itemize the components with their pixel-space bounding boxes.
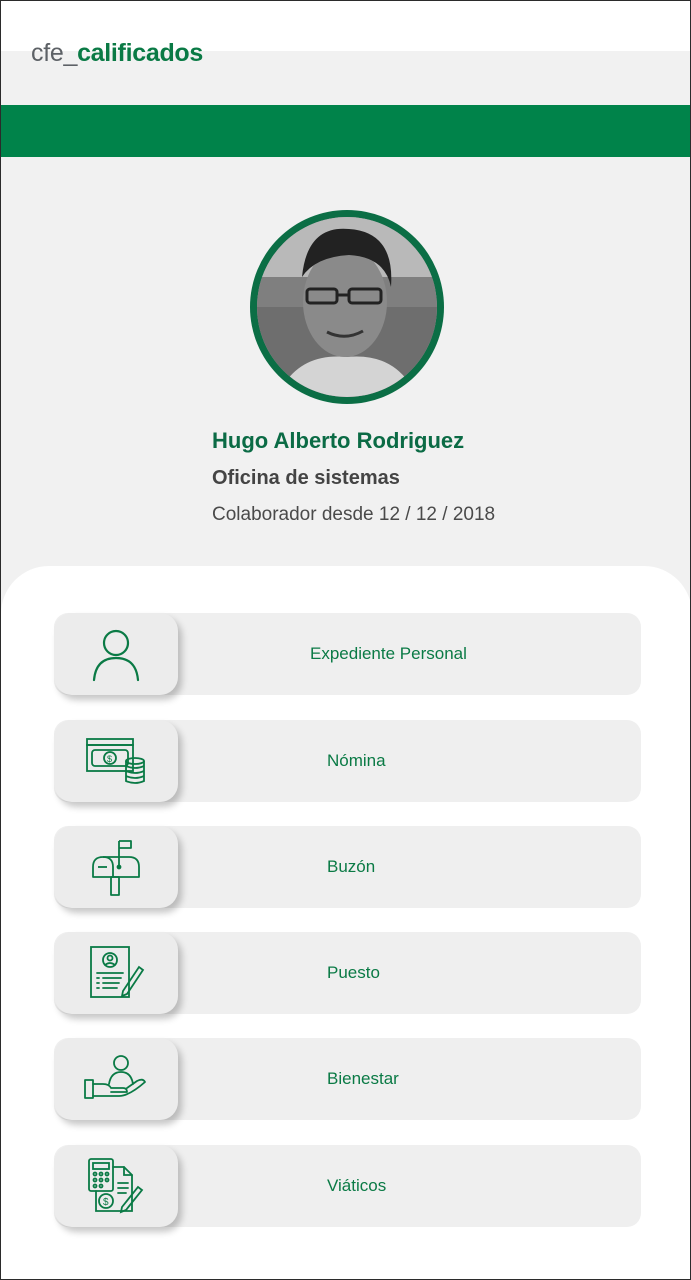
icon-tile: $: [54, 1145, 178, 1227]
menu-card: Expediente Personal $ Nómina Buzón Puest…: [1, 566, 690, 1279]
menu-item-label: Nómina: [327, 751, 386, 770]
mailbox-icon: [92, 840, 140, 896]
employee-name: Hugo Alberto Rodriguez: [212, 428, 465, 453]
menu-item-label: Buzón: [327, 857, 376, 876]
menu-item-nomina[interactable]: $ Nómina: [54, 720, 641, 802]
menu-item-bienestar[interactable]: Bienestar: [54, 1038, 641, 1120]
job-document-icon: [90, 946, 145, 998]
menu-item-label: Puesto: [327, 963, 380, 982]
icon-tile: $: [54, 720, 178, 802]
svg-text:$: $: [103, 1197, 109, 1208]
menu-item-puesto[interactable]: Puesto: [54, 932, 641, 1014]
person-icon: [92, 629, 140, 682]
app-screen: cfe_calificados Hugo Alberto Rodriguez O…: [0, 0, 691, 1280]
travel-expenses-icon: $: [88, 1158, 144, 1214]
icon-tile: [54, 932, 178, 1014]
employee-since: Colaborador desde 12 / 12 / 2018: [212, 504, 496, 525]
menu-item-expediente-personal[interactable]: Expediente Personal: [54, 613, 641, 695]
icon-tile: [54, 613, 178, 695]
app-logo: cfe_calificados: [31, 39, 203, 67]
profile-photo: [257, 217, 437, 397]
avatar[interactable]: [250, 210, 444, 404]
menu-item-viaticos[interactable]: $ Viáticos: [54, 1145, 641, 1227]
header-bar: [1, 105, 690, 157]
menu-item-label: Bienestar: [327, 1069, 399, 1088]
menu-item-buzon[interactable]: Buzón: [54, 826, 641, 908]
employee-department: Oficina de sistemas: [212, 467, 400, 489]
svg-text:$: $: [107, 754, 112, 764]
payroll-money-icon: $: [86, 738, 145, 784]
icon-tile: [54, 826, 178, 908]
wellbeing-hand-icon: [84, 1055, 146, 1099]
menu-item-label: Expediente Personal: [310, 644, 467, 663]
icon-tile: [54, 1038, 178, 1120]
menu-item-label: Viáticos: [327, 1176, 387, 1195]
